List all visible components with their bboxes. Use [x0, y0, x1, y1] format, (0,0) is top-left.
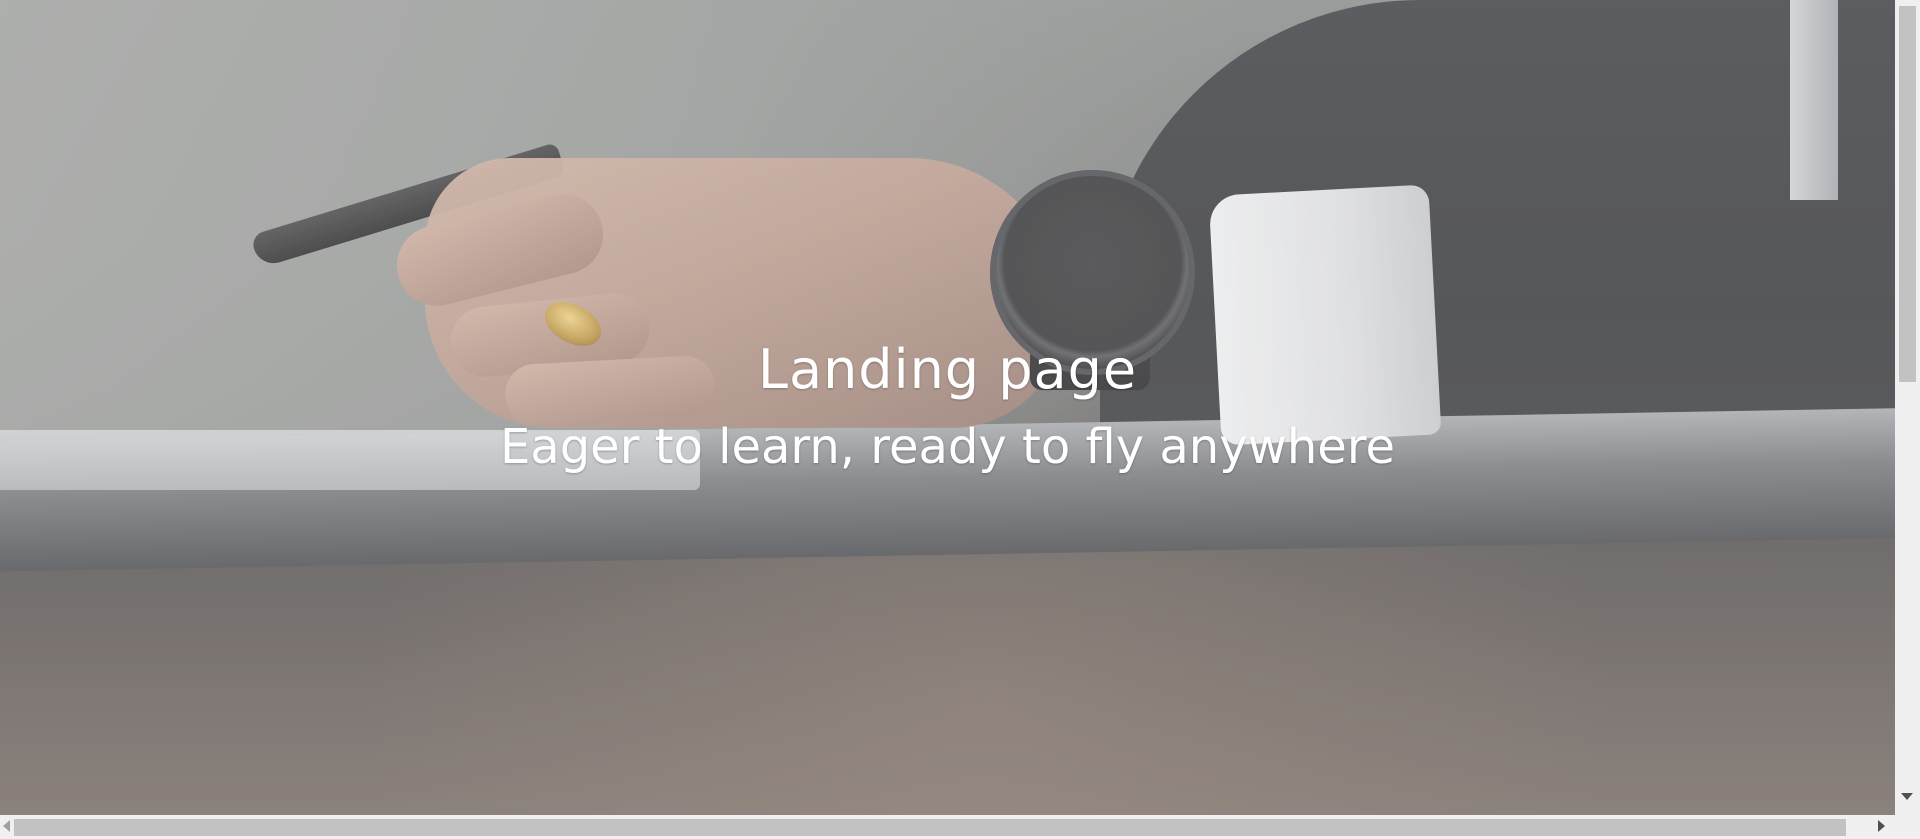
hero-title: Landing page: [757, 338, 1138, 401]
hero-subtitle: Eager to learn, ready to fly anywhere: [499, 419, 1396, 475]
vertical-scroll-thumb[interactable]: [1899, 6, 1916, 382]
scroll-down-arrow-icon[interactable]: [1901, 793, 1913, 800]
horizontal-scroll-thumb[interactable]: [14, 819, 1846, 836]
scroll-left-arrow-icon[interactable]: [3, 820, 10, 832]
scrollbar-corner: [1895, 815, 1920, 839]
scroll-right-arrow-icon[interactable]: [1878, 820, 1885, 832]
hero-section: Landing page Eager to learn, ready to fl…: [0, 0, 1895, 815]
page-viewport: Landing page Eager to learn, ready to fl…: [0, 0, 1895, 815]
hero-overlay: [0, 0, 1895, 815]
